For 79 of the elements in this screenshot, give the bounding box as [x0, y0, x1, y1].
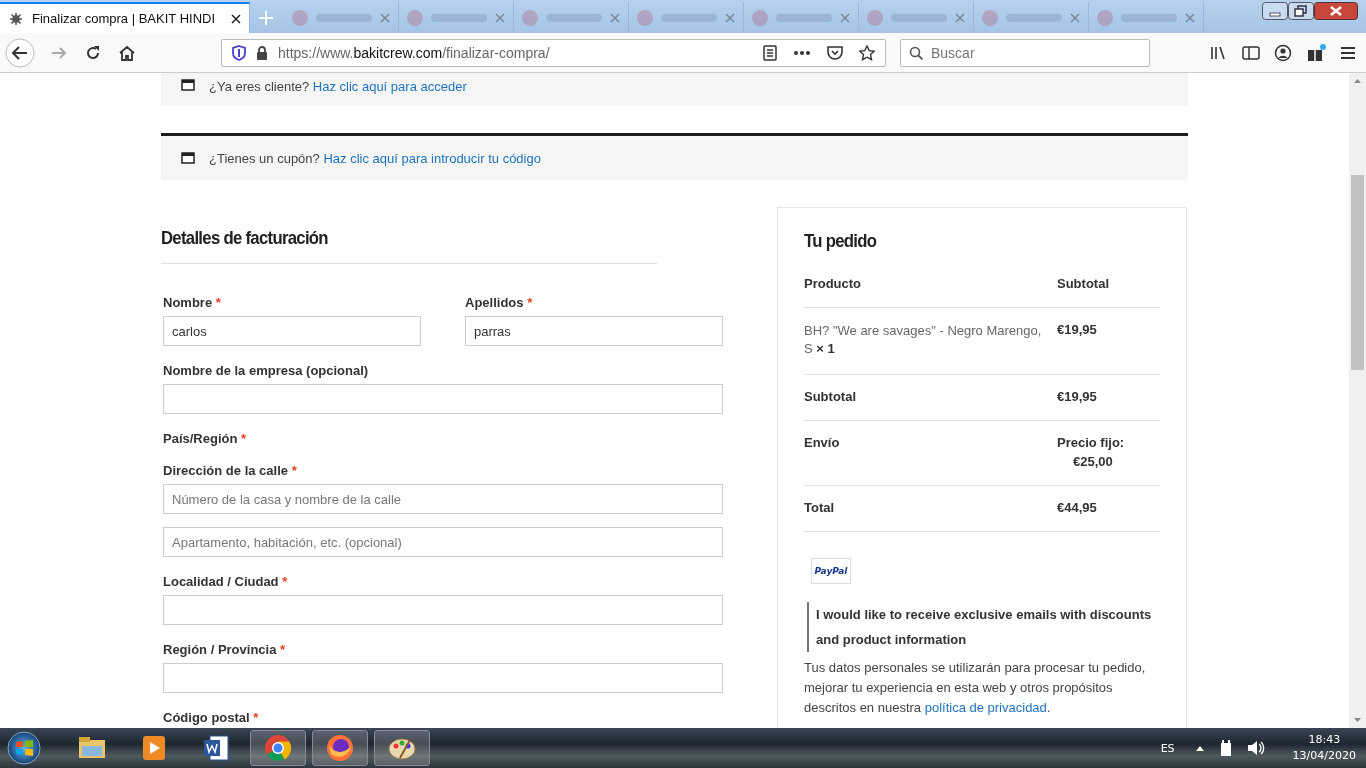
star-icon[interactable] [859, 44, 875, 61]
window-icon [181, 79, 195, 91]
field-label: Nombre de la empresa (opcional) [163, 363, 370, 378]
field-label: Dirección de la calle * [163, 463, 298, 478]
input-field[interactable]: Apartamento, habitación, etc. (opcional) [163, 527, 723, 557]
column-header: Producto [804, 276, 1057, 308]
close-icon [495, 12, 505, 23]
more-icon[interactable] [793, 49, 811, 56]
field-label: Apellidos * [465, 295, 534, 310]
field-label: Localidad / Ciudad * [163, 574, 289, 589]
site-icon [8, 10, 24, 27]
column-header: Subtotal [1057, 276, 1160, 308]
back-button[interactable] [5, 37, 35, 68]
close-icon [610, 12, 620, 23]
close-icon [1185, 12, 1195, 23]
input-field[interactable] [163, 595, 723, 625]
browser-icon[interactable] [262, 732, 294, 764]
volume-icon[interactable] [1246, 740, 1265, 756]
close-icon [725, 12, 735, 23]
browser-icon[interactable] [324, 732, 356, 764]
section-heading: Tu pedido [804, 230, 878, 252]
search-icon [909, 45, 923, 60]
table-cell-text: Precio fijo: [1057, 435, 1126, 450]
language-indicator[interactable]: ES [1160, 741, 1175, 755]
table-cell-text: €25,00 [1072, 454, 1114, 469]
search-field[interactable]: Buscar [900, 38, 1150, 67]
start-button[interactable] [4, 730, 44, 766]
minimize-button[interactable] [1262, 2, 1288, 20]
clock-time[interactable]: 18:43 [1292, 732, 1356, 748]
input-field[interactable]: parras [465, 316, 723, 346]
table-cell-text: €44,95 [1057, 500, 1098, 515]
notice-link[interactable]: Haz clic aquí para acceder [312, 79, 467, 94]
url-text: https://www.bakitcrew.com/finalizar-compra/ [278, 44, 550, 61]
reader-view-icon[interactable] [763, 44, 777, 61]
close-button[interactable] [1314, 2, 1358, 20]
lock-icon [256, 45, 268, 60]
table-cell-text: €19,95 [1057, 389, 1098, 404]
library-icon[interactable] [1210, 44, 1228, 61]
pocket-icon[interactable] [827, 45, 843, 60]
privacy-link[interactable]: política de privacidad [924, 700, 1047, 715]
gift-icon[interactable] [1306, 43, 1326, 62]
sidebar-icon[interactable] [1242, 44, 1260, 61]
window-icon [181, 152, 195, 164]
maximize-button[interactable] [1288, 2, 1314, 20]
close-icon [840, 12, 850, 23]
browser-tab[interactable]: Finalizar compra | BAKIT HINDI [0, 2, 250, 33]
account-icon[interactable] [1274, 43, 1292, 62]
clock-date[interactable]: 13/04/2020 [1292, 748, 1356, 764]
notice-text: ¿Ya eres cliente? Haz clic aquí para acceder [209, 79, 467, 94]
section-heading: Detalles de facturación [161, 227, 658, 264]
field-label: Nombre * [163, 295, 222, 310]
paypal-logo: PayPal [811, 558, 851, 584]
table-cell: Total [804, 485, 1057, 532]
address-bar[interactable]: https://www.bakitcrew.com/finalizar-compra/ [221, 38, 886, 67]
notice-link[interactable]: Haz clic aquí para introducir tu código [323, 150, 541, 166]
table-cell: BH? "We are savages" - Negro Marengo, S × 1 [804, 307, 1057, 375]
notice-text: ¿Tienes un cupón? Haz clic aquí para introducir tu código [209, 150, 541, 166]
table-cell: Envío [804, 420, 1057, 486]
close-icon [231, 13, 241, 24]
field-label: País/Región * [163, 431, 248, 446]
close-icon [955, 12, 965, 23]
input-field[interactable]: Número de la casa y nombre de la calle [163, 484, 723, 514]
privacy-text: Tus datos personales se utilizarán para procesar tu pedido, mejorar tu experiencia en esta web y otros propósitos descritos en nuestra política de privacidad. [804, 659, 1147, 717]
table-cell: Subtotal [804, 374, 1057, 421]
power-icon[interactable] [1218, 739, 1233, 757]
close-icon [1070, 12, 1080, 23]
scroll-thumb[interactable] [1351, 175, 1364, 370]
table-cell: €19,95 [1057, 307, 1160, 375]
tray-arrow-icon[interactable] [1194, 744, 1205, 752]
shield-icon [232, 44, 246, 61]
scrollbar[interactable] [1349, 73, 1366, 728]
input-field[interactable] [163, 384, 723, 414]
input-field[interactable]: carlos [163, 316, 421, 346]
input-field[interactable] [163, 663, 723, 693]
field-label: Región / Provincia * [163, 642, 287, 657]
field-label: Código postal * [163, 710, 260, 725]
close-icon [380, 12, 390, 23]
menu-icon[interactable] [1340, 45, 1356, 60]
consent-text: I would like to receive exclusive emails with discounts and product information [807, 602, 1160, 652]
